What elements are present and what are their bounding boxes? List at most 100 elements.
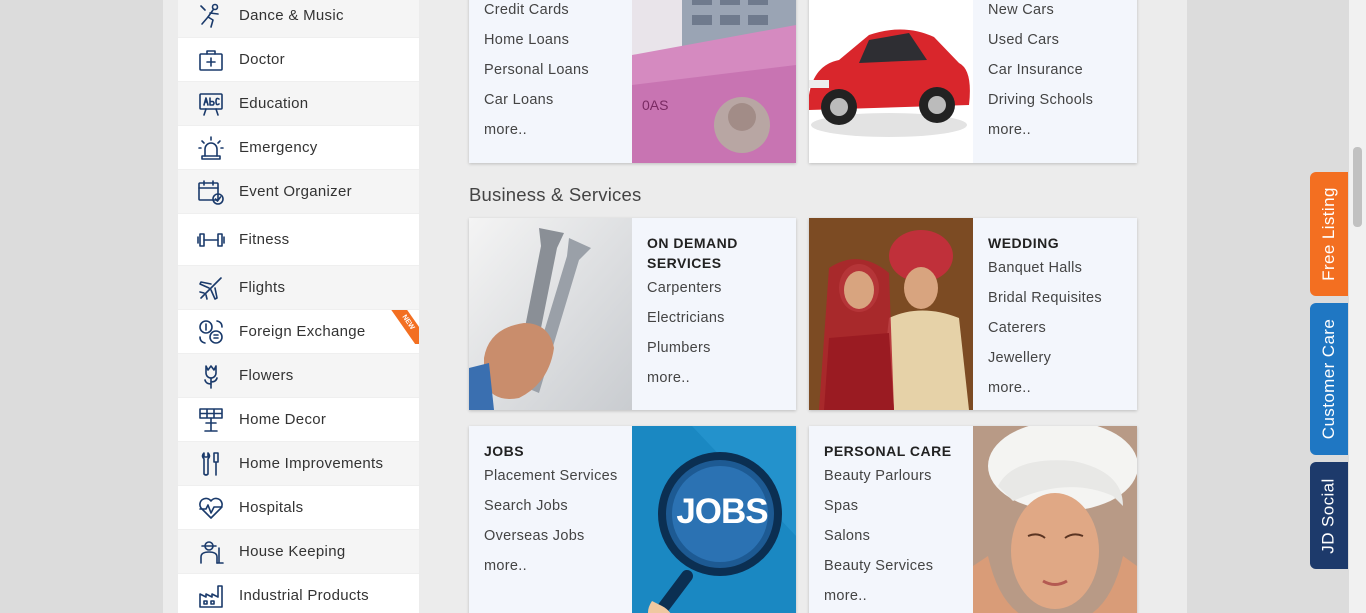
housekeeper-icon (196, 537, 226, 567)
sidebar-item-house-keeping[interactable]: House Keeping (178, 530, 419, 574)
link-car-loans[interactable]: Car Loans (484, 90, 632, 120)
link-more[interactable]: more.. (647, 368, 795, 398)
link-car-insurance[interactable]: Car Insurance (988, 60, 1136, 90)
personal-care-card[interactable]: PERSONAL CARE Beauty Parlours Spas Salon… (809, 426, 1137, 613)
link-personal-loans[interactable]: Personal Loans (484, 60, 632, 90)
jobs-image: JOBS (632, 426, 796, 613)
jd-social-label: JD Social (1319, 477, 1338, 554)
spa-image (973, 426, 1137, 613)
car-image (809, 0, 973, 163)
card-title[interactable]: ON DEMAND SERVICES (647, 233, 795, 273)
sidebar-item-label: Education (239, 95, 309, 112)
link-credit-cards[interactable]: Credit Cards (484, 0, 632, 30)
sidebar-item-label: Dance & Music (239, 7, 344, 24)
dumbbell-icon (196, 225, 226, 255)
sidebar-item-label: Flowers (239, 367, 294, 384)
scrollbar-thumb[interactable] (1353, 147, 1362, 227)
sidebar-item-home-decor[interactable]: Home Decor (178, 398, 419, 442)
airplane-icon (196, 273, 226, 303)
wedding-image (809, 218, 973, 410)
sidebar-item-event-organizer[interactable]: Event Organizer (178, 170, 419, 214)
jobs-image-text: JOBS (676, 492, 768, 531)
tools-icon (196, 449, 226, 479)
sidebar-item-education[interactable]: Education (178, 82, 419, 126)
sidebar-item-industrial-products[interactable]: Industrial Products (178, 574, 419, 613)
sidebar-item-home-improvements[interactable]: Home Improvements (178, 442, 419, 486)
sidebar-item-dance-music[interactable]: Dance & Music (178, 0, 419, 38)
sidebar-item-flowers[interactable]: Flowers (178, 354, 419, 398)
sidebar-item-label: Home Improvements (239, 455, 384, 472)
card-title[interactable]: JOBS (484, 441, 632, 461)
link-driving-schools[interactable]: Driving Schools (988, 90, 1136, 120)
sidebar-item-doctor[interactable]: Doctor (178, 38, 419, 82)
sidebar-item-label: Hospitals (239, 499, 304, 516)
link-jewellery[interactable]: Jewellery (988, 348, 1136, 378)
page-content: Dance & Music Doctor Education Emergency… (163, 0, 1187, 613)
sidebar-item-foreign-exchange[interactable]: Foreign Exchange NEW (178, 310, 419, 354)
flower-icon (196, 361, 226, 391)
sidebar-item-label: Industrial Products (239, 587, 369, 604)
link-placement-services[interactable]: Placement Services (484, 466, 632, 496)
wedding-card[interactable]: WEDDING Banquet Halls Bridal Requisites … (809, 218, 1137, 410)
link-salons[interactable]: Salons (824, 526, 972, 556)
sidebar-item-label: Fitness (239, 231, 290, 248)
link-more[interactable]: more.. (988, 378, 1136, 408)
sidebar-item-label: Foreign Exchange (239, 323, 366, 340)
jd-social-tab[interactable]: JD Social (1310, 462, 1348, 569)
link-search-jobs[interactable]: Search Jobs (484, 496, 632, 526)
link-electricians[interactable]: Electricians (647, 308, 795, 338)
category-sidebar: Dance & Music Doctor Education Emergency… (178, 0, 419, 613)
loans-card[interactable]: Credit Cards Home Loans Personal Loans C… (469, 0, 796, 163)
link-more[interactable]: more.. (824, 586, 972, 613)
lamp-icon (196, 405, 226, 435)
link-beauty-parlours[interactable]: Beauty Parlours (824, 466, 972, 496)
link-carpenters[interactable]: Carpenters (647, 278, 795, 308)
sidebar-item-hospitals[interactable]: Hospitals (178, 486, 419, 530)
jobs-card[interactable]: JOBS Placement Services Search Jobs Over… (469, 426, 796, 613)
link-beauty-services[interactable]: Beauty Services (824, 556, 972, 586)
new-badge-label: NEW (391, 310, 419, 344)
calendar-check-icon (196, 177, 226, 207)
automobile-card[interactable]: New Cars Used Cars Car Insurance Driving… (809, 0, 1137, 163)
sidebar-item-flights[interactable]: Flights (178, 266, 419, 310)
sidebar-item-label: Emergency (239, 139, 318, 156)
link-home-loans[interactable]: Home Loans (484, 30, 632, 60)
link-bridal-requisites[interactable]: Bridal Requisites (988, 288, 1136, 318)
link-more[interactable]: more.. (484, 120, 632, 150)
link-plumbers[interactable]: Plumbers (647, 338, 795, 368)
link-more[interactable]: more.. (988, 120, 1136, 150)
sidebar-item-emergency[interactable]: Emergency (178, 126, 419, 170)
link-banquet-halls[interactable]: Banquet Halls (988, 258, 1136, 288)
on-demand-card[interactable]: ON DEMAND SERVICES Carpenters Electricia… (469, 218, 796, 410)
link-new-cars[interactable]: New Cars (988, 0, 1136, 30)
dancer-icon (196, 1, 226, 31)
abc-board-icon (196, 89, 226, 119)
factory-icon (196, 581, 226, 611)
sidebar-item-label: House Keeping (239, 543, 346, 560)
siren-icon (196, 133, 226, 163)
customer-care-label: Customer Care (1319, 318, 1338, 440)
sidebar-item-label: Flights (239, 279, 286, 296)
svg-text:0AS: 0AS (642, 97, 668, 113)
page-scrollbar[interactable] (1349, 0, 1366, 613)
heart-pulse-icon (196, 493, 226, 523)
link-more[interactable]: more.. (484, 556, 632, 586)
sidebar-item-label: Event Organizer (239, 183, 352, 200)
link-spas[interactable]: Spas (824, 496, 972, 526)
link-overseas-jobs[interactable]: Overseas Jobs (484, 526, 632, 556)
sidebar-item-label: Doctor (239, 51, 285, 68)
link-used-cars[interactable]: Used Cars (988, 30, 1136, 60)
free-listing-tab[interactable]: Free Listing (1310, 172, 1348, 296)
customer-care-tab[interactable]: Customer Care (1310, 303, 1348, 455)
link-caterers[interactable]: Caterers (988, 318, 1136, 348)
card-title[interactable]: WEDDING (988, 233, 1136, 253)
new-badge: NEW (391, 310, 419, 344)
card-title[interactable]: PERSONAL CARE (824, 441, 972, 461)
free-listing-label: Free Listing (1319, 187, 1338, 281)
sidebar-item-label: Home Decor (239, 411, 327, 428)
medical-kit-icon (196, 45, 226, 75)
sidebar-item-fitness[interactable]: Fitness (178, 214, 419, 266)
section-title: Business & Services (469, 184, 642, 205)
loans-image: 0AS (632, 0, 796, 163)
wrench-image (469, 218, 633, 410)
